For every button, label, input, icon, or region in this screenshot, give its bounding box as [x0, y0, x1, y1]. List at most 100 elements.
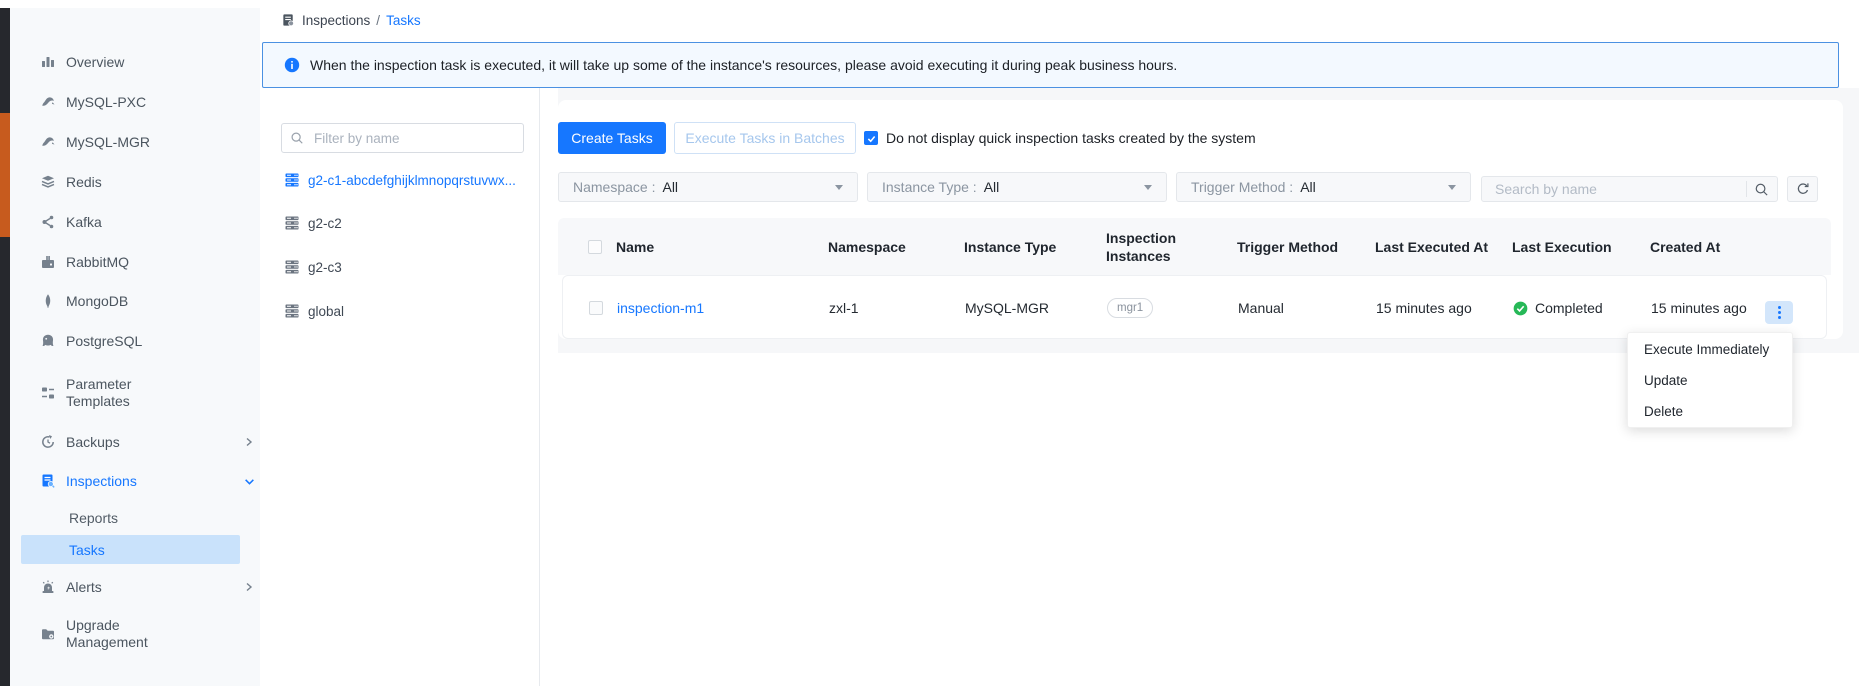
column-header-last-execution: Last Execution — [1512, 218, 1612, 275]
cluster-item-global[interactable]: global — [285, 297, 531, 325]
sidebar-item-label: Kafka — [66, 214, 102, 231]
instance-type-filter-select[interactable]: Instance Type : All — [867, 172, 1167, 202]
sidebar-item-label: Upgrade Management — [66, 617, 161, 651]
sidebar-item-tasks[interactable]: Tasks — [21, 535, 240, 564]
namespace-filter-select[interactable]: Namespace : All — [558, 172, 858, 202]
column-header-trigger-method: Trigger Method — [1237, 218, 1338, 275]
info-icon — [284, 57, 300, 73]
execute-tasks-in-batches-button[interactable]: Execute Tasks in Batches — [674, 122, 856, 154]
search-by-name-field[interactable] — [1481, 176, 1778, 202]
postgresql-elephant-icon — [40, 333, 56, 349]
cluster-item-g2-c3[interactable]: g2-c3 — [285, 253, 531, 281]
info-banner: When the inspection task is executed, it… — [262, 42, 1839, 88]
refresh-icon — [1796, 182, 1810, 196]
sidebar-item-reports[interactable]: Reports — [69, 504, 118, 532]
sidebar-item-label: Inspections — [66, 473, 137, 490]
search-icon — [290, 131, 304, 145]
chevron-down-icon — [244, 476, 255, 487]
check-icon — [866, 133, 877, 144]
breadcrumb: Inspections / Tasks — [281, 10, 421, 30]
rail-scrollbar-thumb[interactable] — [0, 113, 10, 237]
sidebar-item-label: Backups — [66, 434, 120, 451]
cell-inspection-instances: mgr1 — [1107, 276, 1153, 340]
caret-down-icon — [1448, 185, 1456, 190]
column-header-created-at: Created At — [1650, 218, 1720, 275]
row-checkbox[interactable] — [589, 276, 603, 340]
trigger-method-filter-select[interactable]: Trigger Method : All — [1176, 172, 1471, 202]
folder-gear-icon — [40, 626, 56, 642]
sidebar-item-label: Tasks — [69, 535, 105, 564]
table-row[interactable]: inspection-m1 zxl-1 MySQL-MGR mgr1 Manua… — [562, 275, 1827, 339]
inspection-icon — [40, 473, 56, 489]
sidebar-item-mysql-pxc[interactable]: MySQL-PXC — [40, 88, 248, 116]
cluster-name: g2-c2 — [308, 216, 342, 231]
search-icon[interactable] — [1754, 182, 1769, 197]
select-all-checkbox[interactable] — [588, 218, 602, 275]
sidebar-item-redis[interactable]: Redis — [40, 168, 248, 196]
server-stack-icon — [285, 216, 299, 230]
sidebar-item-label: RabbitMQ — [66, 254, 129, 271]
column-header-namespace: Namespace — [828, 218, 906, 275]
sidebar-item-backups[interactable]: Backups — [40, 428, 248, 456]
cluster-filter-field[interactable] — [281, 123, 524, 153]
hide-quick-tasks-checkbox[interactable] — [864, 131, 878, 145]
cluster-item-g2-c2[interactable]: g2-c2 — [285, 209, 531, 237]
sidebar-item-rabbitmq[interactable]: RabbitMQ — [40, 248, 248, 276]
inspection-breadcrumb-icon — [281, 13, 296, 28]
caret-down-icon — [1144, 185, 1152, 190]
cluster-name: global — [308, 304, 344, 319]
sidebar-item-label: Parameter Templates — [66, 376, 156, 410]
cluster-name: g2-c1-abcdefghijklmnopqrstuvwx... — [308, 173, 516, 188]
kafka-icon — [40, 214, 56, 230]
backup-restore-icon — [40, 434, 56, 450]
cell-trigger-method: Manual — [1238, 276, 1284, 340]
sidebar-item-mongodb[interactable]: MongoDB — [40, 287, 248, 315]
create-tasks-button[interactable]: Create Tasks — [558, 122, 666, 154]
parameter-list-icon — [40, 385, 56, 401]
collapsed-rail — [0, 8, 10, 686]
sidebar-item-inspections[interactable]: Inspections — [40, 467, 248, 495]
cell-last-executed-at: 15 minutes ago — [1376, 276, 1472, 340]
server-stack-icon — [285, 304, 299, 318]
filter-label: Trigger Method : — [1191, 179, 1293, 195]
sidebar-item-label: Redis — [66, 174, 102, 191]
banner-text: When the inspection task is executed, it… — [310, 57, 1177, 73]
chevron-right-icon — [244, 437, 254, 447]
sidebar-item-postgresql[interactable]: PostgreSQL — [40, 327, 248, 355]
sidebar-item-label: PostgreSQL — [66, 333, 142, 350]
sidebar-item-kafka[interactable]: Kafka — [40, 208, 248, 236]
sidebar-item-upgrade-management[interactable]: Upgrade Management — [40, 612, 248, 656]
task-name-link[interactable]: inspection-m1 — [617, 276, 704, 340]
cluster-filter-input[interactable] — [312, 130, 515, 147]
hide-quick-tasks-label[interactable]: Do not display quick inspection tasks cr… — [886, 124, 1256, 152]
sidebar-item-alerts[interactable]: Alerts — [40, 573, 248, 601]
alarm-siren-icon — [40, 579, 56, 595]
divider — [1746, 181, 1747, 197]
sidebar-item-label: Alerts — [66, 579, 102, 596]
filter-label: Namespace : — [573, 179, 655, 195]
app-root: Overview MySQL-PXC MySQL-MGR Redis Kafka… — [0, 0, 1859, 686]
bar-chart-icon — [40, 54, 56, 70]
filter-value: All — [662, 179, 678, 195]
filter-value: All — [984, 179, 1000, 195]
chevron-right-icon — [244, 582, 254, 592]
menu-item-execute-immediately[interactable]: Execute Immediately — [1628, 334, 1792, 365]
column-header-last-executed-at: Last Executed At — [1375, 218, 1488, 275]
filter-value: All — [1300, 179, 1316, 195]
refresh-button[interactable] — [1787, 176, 1818, 202]
breadcrumb-root[interactable]: Inspections — [302, 13, 370, 28]
sidebar-item-parameter-templates[interactable]: Parameter Templates — [40, 371, 248, 415]
mysql-dolphin-icon — [40, 94, 56, 110]
sidebar-item-label: MySQL-PXC — [66, 94, 146, 111]
sidebar-item-overview[interactable]: Overview — [40, 48, 248, 76]
menu-item-update[interactable]: Update — [1628, 365, 1792, 396]
cluster-item-g2-c1[interactable]: g2-c1-abcdefghijklmnopqrstuvwx... — [285, 166, 531, 194]
column-header-name: Name — [616, 218, 654, 275]
sidebar-item-mysql-mgr[interactable]: MySQL-MGR — [40, 128, 248, 156]
breadcrumb-current[interactable]: Tasks — [386, 13, 421, 28]
search-input[interactable] — [1493, 180, 1746, 198]
rabbitmq-icon — [40, 254, 56, 270]
row-actions-kebab-button[interactable] — [1765, 301, 1793, 324]
column-header-instance-type: Instance Type — [964, 218, 1056, 275]
menu-item-delete[interactable]: Delete — [1628, 396, 1792, 427]
